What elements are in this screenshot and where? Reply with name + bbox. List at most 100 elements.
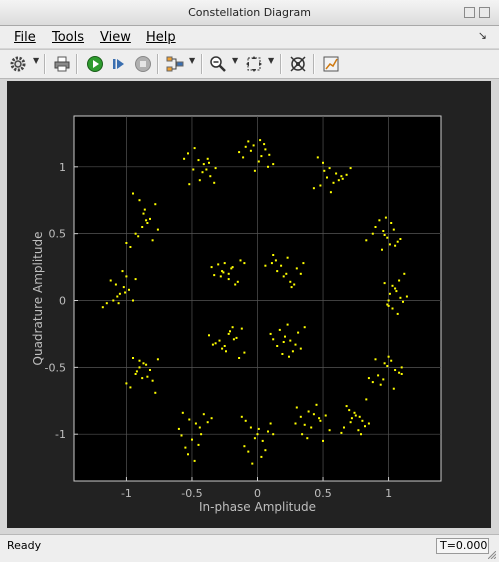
configure-icon[interactable] — [287, 53, 309, 75]
constellation-point — [323, 169, 326, 172]
constellation-point — [361, 419, 364, 422]
style-icon[interactable] — [320, 53, 342, 75]
constellation-point — [379, 383, 382, 386]
constellation-point — [289, 339, 292, 342]
constellation-point — [302, 262, 305, 265]
constellation-point — [151, 239, 154, 242]
constellation-point — [282, 341, 285, 343]
constellation-point — [392, 387, 395, 390]
constellation-point — [261, 439, 264, 442]
constellation-point — [238, 151, 241, 154]
constellation-point — [253, 169, 256, 172]
resize-grip-icon[interactable] — [488, 551, 496, 559]
constellation-point — [398, 371, 401, 374]
constellation-point — [105, 302, 108, 305]
toolbar-separator — [76, 54, 78, 74]
constellation-point — [197, 443, 200, 446]
constellation-point — [259, 139, 262, 142]
constellation-point — [343, 426, 345, 429]
constellation-point — [284, 335, 286, 338]
simulation-time: T=0.000 — [436, 538, 489, 554]
constellation-point — [299, 347, 302, 350]
constellation-point — [358, 415, 361, 418]
constellation-point — [125, 242, 128, 244]
constellation-point — [306, 437, 309, 440]
constellation-point — [242, 156, 245, 159]
fit-to-view-icon[interactable] — [243, 53, 265, 75]
menu-view[interactable]: View — [100, 30, 131, 45]
constellation-point — [367, 377, 370, 380]
close-window-button[interactable] — [479, 7, 490, 18]
constellation-point — [322, 161, 324, 164]
constellation-point — [263, 143, 266, 146]
constellation-point — [184, 446, 187, 449]
constellation-point — [124, 291, 127, 294]
constellation-point — [319, 419, 322, 422]
constellation-point — [268, 153, 271, 156]
constellation-point — [394, 287, 397, 290]
printer-icon[interactable] — [51, 53, 73, 75]
constellation-point — [267, 430, 269, 433]
constellation-point — [132, 357, 134, 359]
constellation-point — [382, 230, 385, 232]
menu-tools[interactable]: Tools — [52, 30, 84, 45]
constellation-point — [200, 433, 203, 436]
fit-dropdown-icon[interactable]: ▼ — [268, 56, 274, 65]
menu-help[interactable]: Help — [146, 30, 176, 45]
constellation-point — [384, 216, 387, 219]
zoom-icon[interactable] — [207, 53, 229, 75]
constellation-point — [303, 423, 306, 426]
constellation-point — [128, 288, 130, 291]
constellation-point — [257, 160, 260, 163]
constellation-point — [238, 357, 241, 359]
constellation-point — [235, 336, 238, 339]
step-forward-icon[interactable] — [108, 53, 130, 75]
constellation-point — [337, 179, 340, 182]
constellation-point — [223, 262, 226, 265]
constellation-point — [383, 234, 386, 236]
constellation-point — [156, 358, 159, 361]
data-cursor-icon[interactable] — [164, 53, 186, 75]
constellation-point — [272, 433, 275, 436]
toolbar-separator — [313, 54, 315, 74]
constellation-point — [201, 171, 204, 174]
constellation-point — [272, 338, 275, 341]
constellation-point — [125, 382, 128, 385]
constellation-point — [223, 345, 226, 347]
x-tick-label: 0.5 — [314, 487, 332, 500]
constellation-point — [141, 377, 144, 380]
constellation-point — [214, 167, 217, 170]
gear-icon[interactable] — [7, 53, 29, 75]
gear-dropdown-icon[interactable]: ▼ — [33, 56, 39, 65]
constellation-point — [239, 259, 242, 262]
constellation-point — [326, 176, 328, 179]
constellation-point — [269, 332, 272, 335]
constellation-point — [367, 422, 370, 425]
constellation-point — [394, 244, 397, 247]
menu-file[interactable]: File — [14, 30, 36, 45]
constellation-point — [145, 363, 148, 366]
constellation-point — [280, 264, 283, 267]
constellation-point — [378, 219, 381, 222]
constellation-point — [364, 425, 366, 428]
constellation-point — [399, 238, 402, 240]
constellation-point — [194, 422, 197, 425]
constellation-chart[interactable]: -1 -0.5 0 0.5 1 -1 -0.5 0 0.5 1 In-phase Amplitud… — [7, 81, 491, 528]
constellation-point — [109, 279, 112, 282]
title-bar: Constellation Diagram — [0, 0, 499, 26]
undock-arrow-icon[interactable]: ↘ — [478, 29, 487, 42]
constellation-point — [276, 345, 279, 347]
constellation-point — [299, 415, 302, 418]
constellation-point — [244, 419, 247, 422]
constellation-point — [318, 417, 321, 420]
run-icon[interactable] — [84, 53, 106, 75]
zoom-dropdown-icon[interactable]: ▼ — [232, 56, 238, 65]
stop-icon[interactable] — [132, 53, 154, 75]
constellation-point — [387, 355, 390, 358]
constellation-point — [234, 283, 237, 286]
constellation-point — [236, 280, 239, 283]
constellation-point — [312, 413, 315, 416]
restore-window-button[interactable] — [464, 7, 475, 18]
cursor-dropdown-icon[interactable]: ▼ — [189, 56, 195, 65]
constellation-point — [340, 175, 343, 178]
